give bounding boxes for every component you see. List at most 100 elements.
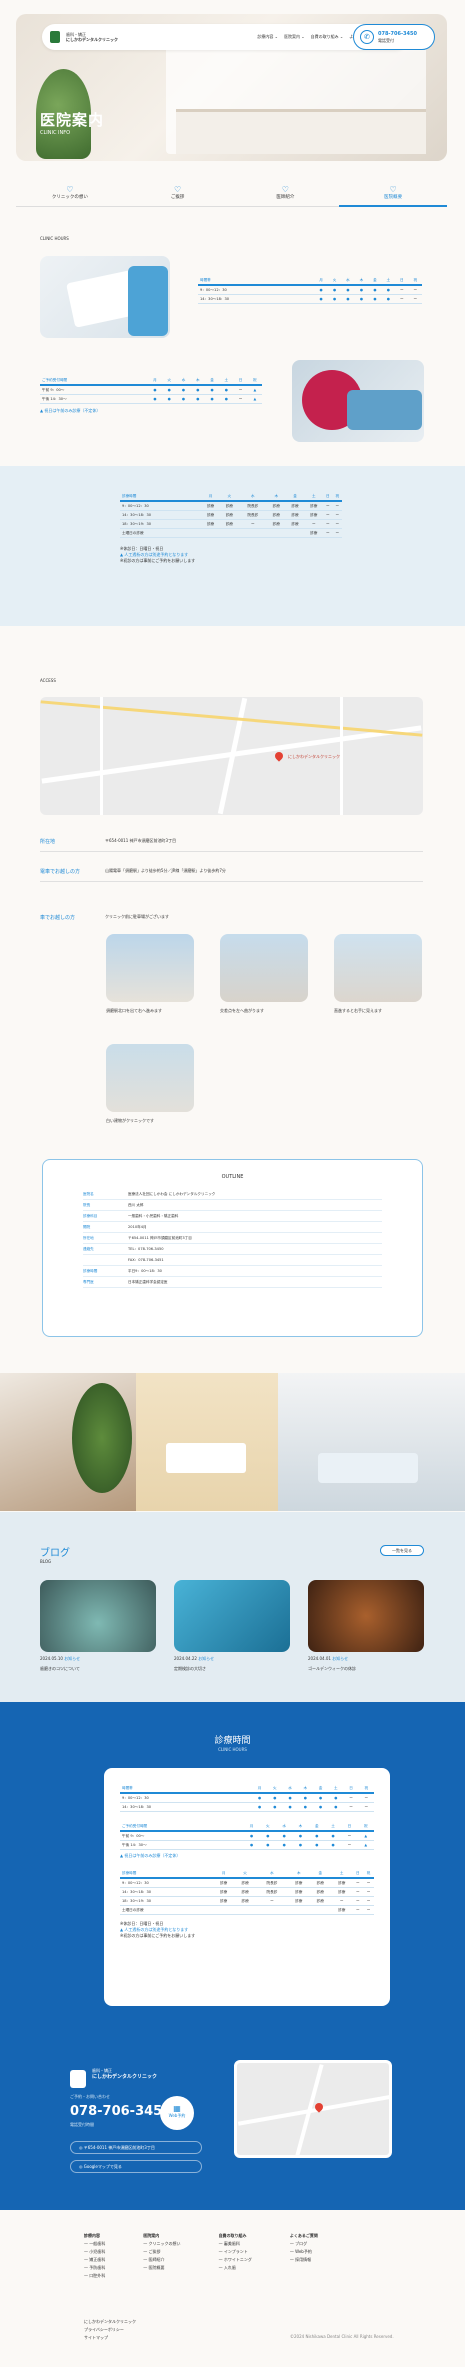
blog-more-button[interactable]: 一覧を見る	[380, 1545, 424, 1556]
table-cell: 診療	[330, 1878, 353, 1888]
footer-link[interactable]: よくあるご質問	[290, 2232, 318, 2240]
footer-link[interactable]: — 審美歯科	[219, 2240, 252, 2248]
contact-tel-sub: 電話受付時間	[70, 2122, 94, 2127]
table-cell: ー	[233, 394, 248, 404]
table-cell: ●	[381, 294, 396, 304]
footer-link-clinic[interactable]: にしかわデンタルクリニック	[84, 2318, 136, 2326]
table-cell: 診療	[234, 1878, 256, 1888]
footer-link[interactable]: — Web予約	[290, 2248, 318, 2256]
footer-logo-text[interactable]: 歯科・矯正 にしかわデンタルクリニック	[92, 2068, 157, 2081]
tab-overview[interactable]: ♡ 医院概要	[339, 183, 447, 207]
access-map[interactable]: にしかわデンタルクリニック	[40, 697, 423, 815]
table-header-cell: 月	[243, 1822, 260, 1832]
footer-link-sitemap[interactable]: サイトマップ	[84, 2334, 136, 2342]
table-cell: ー	[323, 528, 333, 538]
outline-row: 専門医 日本矯正歯科学会認定医	[83, 1277, 382, 1288]
footer-map[interactable]	[234, 2060, 392, 2158]
footer-link[interactable]: — クリニックの想い	[143, 2240, 180, 2248]
table-cell: ●	[328, 1793, 344, 1803]
heart-icon: ♡	[281, 185, 289, 194]
table-cell: ー	[395, 294, 409, 304]
footer-link[interactable]: — 予防歯科	[84, 2264, 105, 2272]
clinic-logo-icon[interactable]	[50, 31, 60, 43]
table-cell: 診療	[304, 528, 324, 538]
table-row: 9：00〜12：30 診療 診療 院長診 診療 診療 診療ーー	[120, 501, 342, 511]
tab-philosophy[interactable]: ♡ クリニックの想い	[16, 183, 124, 207]
table-note: ▲ 祝日は午前のみ診療（不定休）	[40, 408, 101, 413]
footer-link[interactable]: — ご挨拶	[143, 2248, 180, 2256]
footer-column: よくあるご質問 — ブログ — Web予約 — 採用情報	[290, 2232, 318, 2280]
footer-link[interactable]: — 医師紹介	[143, 2256, 180, 2264]
heart-icon: ♡	[174, 185, 182, 194]
footer-link[interactable]: — 一般歯科	[84, 2240, 105, 2248]
blog-title-3[interactable]: ゴールデンウィークの休診	[308, 1666, 356, 1672]
table-header-cell: 木	[190, 376, 205, 386]
google-map-button[interactable]: ◎ Googleマップで見る	[70, 2160, 202, 2173]
footer-link[interactable]: 医院案内	[143, 2232, 180, 2240]
blog-title-1[interactable]: 歯磨きのコツについて	[40, 1666, 80, 1672]
nav-item-clinic[interactable]: 医院案内 ⌄	[284, 34, 305, 40]
footer-link[interactable]: — 入れ歯	[219, 2264, 252, 2272]
note-first-visit: ※初診の方は事前にご予約をお願いします	[120, 558, 196, 563]
hours-card: 時間帯月火水木金土日祝 9：00〜12：30 ● ● ● ● ● ● ーー 14：30〜18：30…	[104, 1768, 390, 2006]
nav-item-self-pay[interactable]: 自費の取り組み ⌄	[311, 34, 344, 40]
table-header-cell: 祝	[358, 1784, 374, 1794]
table-cell: ●	[282, 1793, 298, 1803]
table-cell: 診療	[288, 1878, 310, 1888]
table-header-cell: 月	[212, 1869, 235, 1879]
hours-table-1: 時間帯月火水木金土日祝 9：00〜12：30 ● ● ● ● ● ● ーー 14：30〜18：30…	[198, 276, 422, 304]
footer-link[interactable]: — インプラント	[219, 2248, 252, 2256]
tab-greeting[interactable]: ♡ ご挨拶	[123, 183, 232, 207]
table-row: 土曜日の診療 診療ーー	[120, 528, 342, 538]
table-cell: 診療	[266, 501, 286, 511]
table-header-cell: 金	[368, 276, 382, 286]
table-cell: 診療	[309, 1878, 331, 1888]
footer-link[interactable]: — 医院概要	[143, 2264, 180, 2272]
table-header-cell: ご予約受付時間	[40, 376, 148, 386]
table-cell: ●	[312, 1793, 329, 1803]
blog-thumb-1[interactable]	[40, 1580, 156, 1652]
blog-title-2[interactable]: 定期検診の大切さ	[174, 1666, 206, 1672]
table-cell: ●	[314, 294, 328, 304]
table-cell: ●	[219, 394, 234, 404]
web-reserve-button[interactable]: ▦ Web予約	[160, 2096, 194, 2130]
footer-link[interactable]: — 口腔外科	[84, 2272, 105, 2280]
table-cell: ●	[190, 385, 205, 395]
table-header-cell: 金	[309, 1869, 331, 1879]
table-cell: ●	[368, 285, 382, 295]
outline-row: 医院名 医療法人社団にしかわ会 にしかわデンタルクリニック	[83, 1189, 382, 1200]
logo-text[interactable]: 歯科・矯正 にしかわデンタルクリニック	[66, 32, 118, 42]
blog-meta-2: 2024.04.22 お知らせ	[174, 1656, 215, 1661]
table-cell: 午後 14：30〜	[40, 394, 148, 404]
map-label: にしかわデンタルクリニック	[288, 754, 340, 759]
table-cell: 院長診	[255, 1887, 289, 1897]
footer-link[interactable]: 自費の取り組み	[219, 2232, 252, 2240]
table-cell: ー	[408, 285, 422, 295]
table-header-cell: 火	[219, 492, 239, 502]
address-button[interactable]: ◎ 〒654-0011 神戸市須磨区前池町3丁目	[70, 2141, 202, 2154]
footer-logo-icon[interactable]	[70, 2070, 86, 2088]
table-cell: ー	[332, 528, 342, 538]
blog-thumb-3[interactable]	[308, 1580, 424, 1652]
footer-link[interactable]: — ホワイトニング	[219, 2256, 252, 2264]
blog-thumb-2[interactable]	[174, 1580, 290, 1652]
nav-item-services[interactable]: 診療内容 ⌄	[257, 34, 278, 40]
footer-link[interactable]: — ブログ	[290, 2240, 318, 2248]
table-header-cell: 火	[267, 1784, 283, 1794]
footer-link[interactable]: 診療内容	[84, 2232, 105, 2240]
table-header-cell: 土	[304, 492, 324, 502]
table-cell: 9：00〜12：30	[120, 1793, 252, 1803]
table-cell: ▲	[247, 385, 262, 395]
footer-link[interactable]: — 小児歯科	[84, 2248, 105, 2256]
table-cell: ●	[162, 385, 177, 395]
tel-button[interactable]: ✆ 078-706-3450 電話受付	[353, 24, 435, 50]
footer-link[interactable]: — 矯正歯科	[84, 2256, 105, 2264]
map-pin-icon[interactable]	[273, 750, 285, 762]
contact-tel[interactable]: 078-706-3450	[70, 2104, 171, 2119]
footer-link-privacy[interactable]: プライバシーポリシー	[84, 2326, 136, 2334]
tab-doctors[interactable]: ♡ 医師紹介	[231, 183, 340, 207]
footer-column: 診療内容 — 一般歯科 — 小児歯科 — 矯正歯科 — 予防歯科 — 口腔外科	[84, 2232, 105, 2280]
footer-link[interactable]: — 採用情報	[290, 2256, 318, 2264]
table-cell: ー	[358, 1802, 374, 1812]
table-row: 14：30〜18：30 診療 診療 院長診 診療 診療 診療ーー	[120, 1887, 374, 1897]
